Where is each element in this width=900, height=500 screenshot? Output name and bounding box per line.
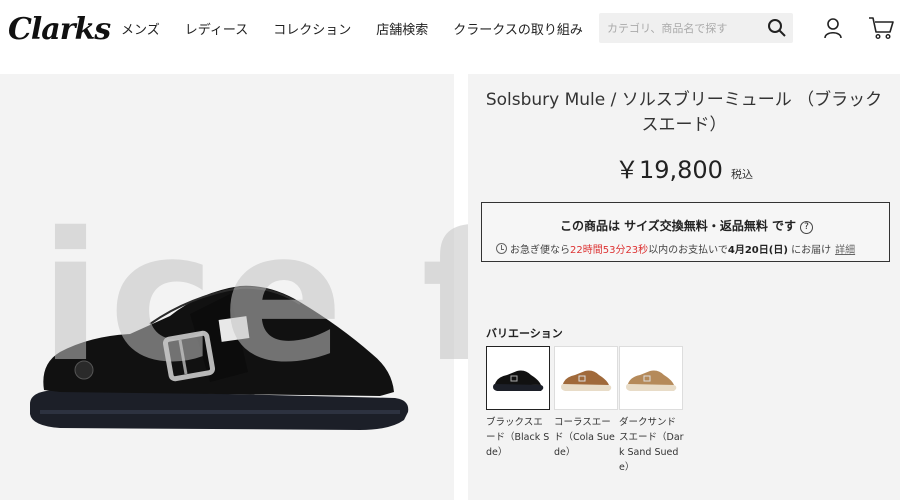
nav-item-mens[interactable]: メンズ (121, 19, 160, 38)
help-icon[interactable]: ? (800, 221, 814, 234)
variant-image-cola (561, 370, 612, 391)
product-image[interactable] (0, 74, 454, 500)
price-row: ￥19,800 税込 (468, 150, 900, 185)
variant-name: コーラスエード（Cola Suede） (554, 417, 615, 458)
variant-black-suede[interactable]: ブラックスエード（Black Sde） (486, 346, 550, 460)
nav-item-womens[interactable]: レディース (185, 19, 248, 38)
delivery-estimate: お急ぎ便なら22時間53分23秒以内のお支払いで4月20日(日) にお届け 詳細 (496, 241, 855, 256)
product-price: ￥19,800 (614, 156, 723, 184)
variant-thumbnail[interactable] (486, 346, 550, 410)
site-header: Clarks メンズ レディース コレクション 店舗検索 クラークスの取り組み (0, 0, 900, 58)
variant-name: ブラックスエード（Black Sde） (486, 417, 550, 458)
variant-name: ダークサンドスエード（Dark Sand Suede） (619, 417, 684, 473)
tax-label: 税込 (731, 168, 754, 181)
variant-thumbnail[interactable] (554, 346, 618, 410)
delivery-prefix: お急ぎ便なら (510, 245, 570, 256)
delivery-suffix: にお届け (791, 245, 832, 256)
cart-icon[interactable] (868, 16, 894, 40)
product-title: Solsbury Mule / ソルスブリーミュール （ブラックスエード） (485, 90, 883, 135)
product-info-panel: Solsbury Mule / ソルスブリーミュール （ブラックスエード） ￥1… (468, 74, 900, 500)
search-input[interactable] (607, 19, 757, 37)
main-nav: メンズ レディース コレクション 店舗検索 クラークスの取り組み (121, 19, 608, 38)
variant-image-dark-sand (626, 370, 677, 391)
shipping-info-box: この商品は サイズ交換無料・返品無料 です? お急ぎ便なら22時間53分23秒以… (481, 202, 890, 262)
product-image-panel (0, 74, 454, 500)
shipping-headline: この商品は サイズ交換無料・返品無料 です? (482, 217, 891, 234)
user-icon[interactable] (821, 16, 845, 40)
variation-label: バリエーション (486, 327, 563, 340)
delivery-middle: 以内のお支払いで (648, 245, 728, 256)
shipping-headline-suffix: です (767, 219, 797, 233)
delivery-date: 4月20日(日) (727, 245, 788, 256)
variant-dark-sand-suede[interactable]: ダークサンドスエード（Dark Sand Suede） (619, 346, 684, 475)
nav-item-collection[interactable]: コレクション (273, 19, 351, 38)
variant-thumbnail[interactable] (619, 346, 683, 410)
clock-icon (496, 243, 507, 254)
search-box (599, 13, 793, 43)
detail-link[interactable]: 詳細 (835, 245, 855, 256)
nav-item-store-search[interactable]: 店舗検索 (376, 19, 428, 38)
brand-logo[interactable]: Clarks (8, 12, 111, 47)
search-icon[interactable] (767, 18, 787, 38)
shipping-headline-prefix: この商品は (559, 219, 625, 233)
nav-item-initiatives[interactable]: クラークスの取り組み (453, 19, 583, 38)
variant-cola-suede[interactable]: コーラスエード（Cola Suede） (554, 346, 618, 460)
countdown-timer: 22時間53分23秒 (570, 245, 649, 256)
variant-image-black (493, 370, 544, 391)
free-exchange-return: サイズ交換無料・返品無料 (624, 219, 768, 233)
